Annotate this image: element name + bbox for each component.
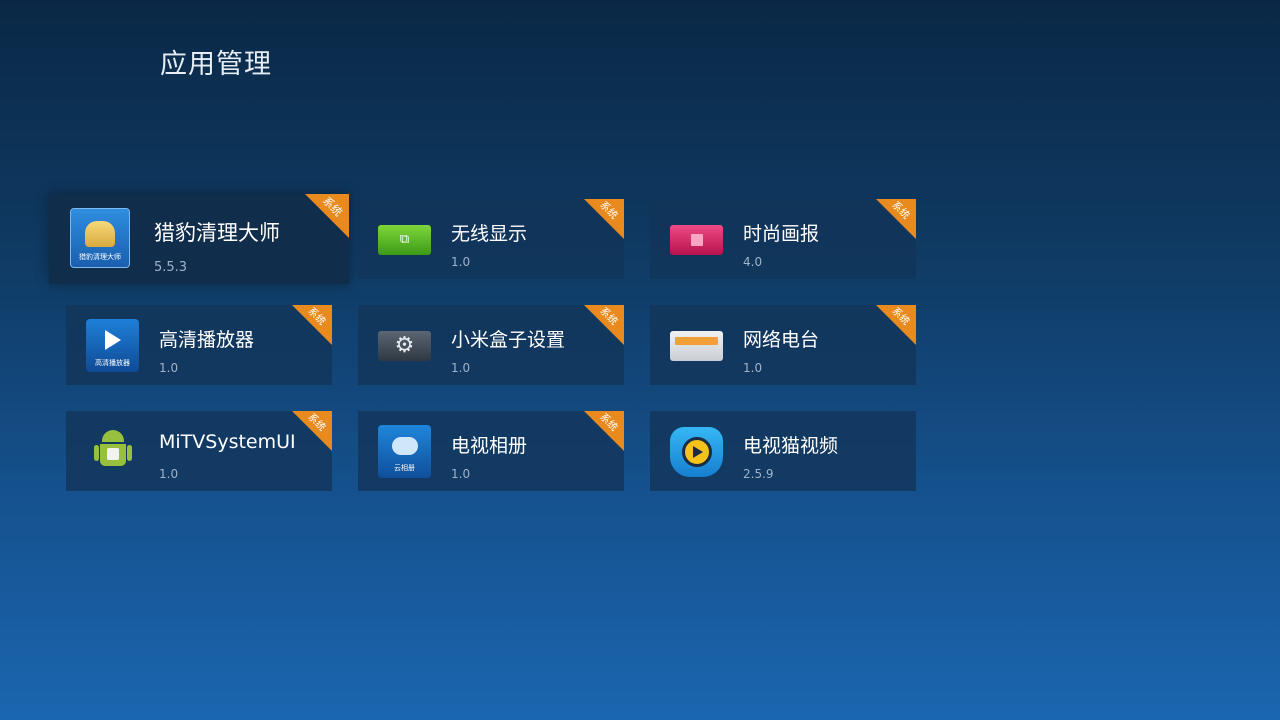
app-version: 1.0 [451,467,471,481]
app-version: 1.0 [743,361,763,375]
hd-player-icon: 高清播放器 [86,319,139,372]
radio-icon [670,319,723,372]
fashion-gallery-icon [670,213,723,266]
app-version: 1.0 [451,361,471,375]
app-version: 5.5.3 [154,260,188,275]
app-card-tv-cat-video[interactable]: 电视猫视频 2.5.9 [650,411,916,491]
app-name: MiTVSystemUI [159,431,296,453]
app-card-tv-album[interactable]: 云相册 电视相册 1.0 系统 [358,411,624,491]
app-version: 4.0 [743,255,763,269]
app-version: 2.5.9 [743,467,774,481]
app-grid: 猎豹清理大师 猎豹清理大师 5.5.3 系统 ⧉ 无线显示 1.0 系统 时尚画… [0,0,1280,720]
system-badge: 系统 [584,411,624,451]
cloud-album-icon: 云相册 [378,425,431,478]
android-icon [86,425,139,478]
app-card-mitv-system-ui[interactable]: MiTVSystemUI 1.0 系统 [66,411,332,491]
wireless-display-icon: ⧉ [378,213,431,266]
system-badge: 系统 [876,305,916,345]
system-badge: 系统 [292,305,332,345]
app-name: 小米盒子设置 [451,329,566,351]
app-card-box-settings[interactable]: ⚙ 小米盒子设置 1.0 系统 [358,305,624,385]
system-badge: 系统 [305,194,349,238]
app-version: 1.0 [159,467,179,481]
app-version: 1.0 [159,361,179,375]
system-badge: 系统 [584,305,624,345]
app-version: 1.0 [451,255,471,269]
app-name: 高清播放器 [159,329,255,351]
app-name: 电视相册 [451,435,528,457]
app-name: 时尚画报 [743,223,820,245]
system-badge: 系统 [292,411,332,451]
system-badge: 系统 [584,199,624,239]
app-name: 网络电台 [743,329,820,351]
app-name: 电视猫视频 [743,435,839,457]
app-name: 猎豹清理大师 [154,221,280,245]
app-name: 无线显示 [451,223,528,245]
broom-cleaner-icon: 猎豹清理大师 [70,208,130,268]
app-card-fashion-gallery[interactable]: 时尚画报 4.0 系统 [650,199,916,279]
app-card-hd-player[interactable]: 高清播放器 高清播放器 1.0 系统 [66,305,332,385]
app-card-cleaner[interactable]: 猎豹清理大师 猎豹清理大师 5.5.3 系统 [49,194,349,284]
tv-cat-video-icon [670,425,723,478]
system-badge: 系统 [876,199,916,239]
app-card-wireless-display[interactable]: ⧉ 无线显示 1.0 系统 [358,199,624,279]
app-card-internet-radio[interactable]: 网络电台 1.0 系统 [650,305,916,385]
settings-gear-icon: ⚙ [378,319,431,372]
